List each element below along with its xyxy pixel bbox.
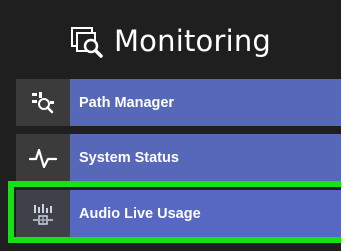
page-edge bbox=[341, 0, 350, 251]
nav-icon-cell bbox=[16, 79, 70, 126]
path-manager-icon bbox=[32, 91, 54, 113]
nav-item-path-manager[interactable]: Path Manager bbox=[16, 79, 341, 126]
nav-item-label: System Status bbox=[70, 134, 341, 181]
nav-item-label: Audio Live Usage bbox=[70, 190, 341, 237]
monitoring-search-icon bbox=[70, 27, 103, 58]
nav-icon-cell bbox=[16, 134, 70, 181]
page-title: Monitoring bbox=[113, 24, 272, 58]
monitoring-panel: Monitoring Path Manager System Status Au… bbox=[0, 0, 350, 251]
panel-header: Monitoring bbox=[0, 0, 341, 82]
nav-icon-cell bbox=[16, 190, 70, 237]
nav-item-label: Path Manager bbox=[70, 79, 341, 126]
system-status-icon bbox=[29, 148, 57, 168]
nav-item-system-status[interactable]: System Status bbox=[16, 134, 341, 181]
audio-live-usage-icon bbox=[33, 203, 53, 225]
nav-item-audio-live-usage[interactable]: Audio Live Usage bbox=[16, 190, 341, 237]
